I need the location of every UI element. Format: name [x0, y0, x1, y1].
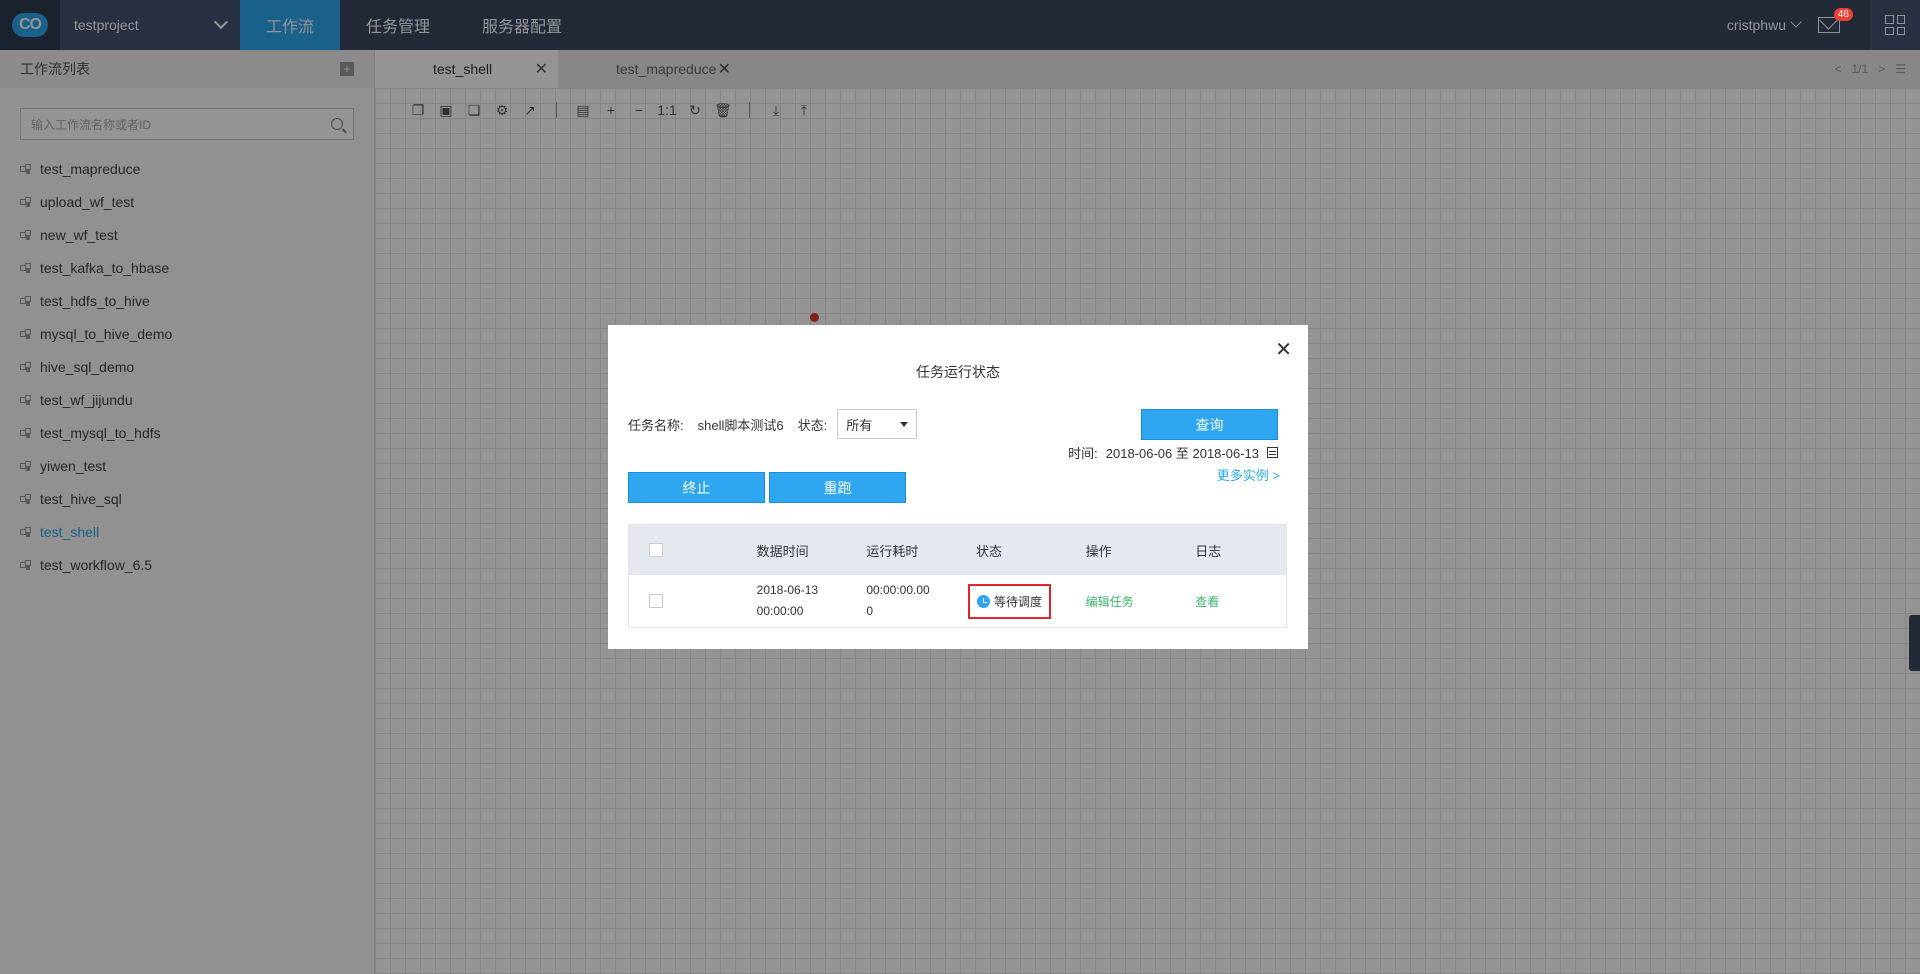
- more-instances-label: 更多实例: [1216, 468, 1269, 483]
- rerun-button[interactable]: 重跑: [769, 472, 906, 503]
- task-status-dialog: ✕ 任务运行状态 任务名称: shell脚本测试6 状态: 所有 查询 时间: …: [608, 325, 1308, 649]
- header-status: 状态: [975, 543, 1002, 559]
- close-icon[interactable]: ✕: [1275, 337, 1292, 362]
- status-select[interactable]: 所有: [837, 409, 918, 439]
- data-time-clock: 00:00:00: [756, 604, 804, 618]
- status-label: 状态:: [797, 417, 828, 433]
- notification-badge: 46: [1833, 8, 1853, 21]
- data-time-date: 2018-06-13: [756, 583, 819, 597]
- calendar-icon[interactable]: [1267, 447, 1278, 458]
- chevron-right-icon: >: [1272, 468, 1280, 483]
- select-all-checkbox[interactable]: [649, 543, 663, 557]
- clock-icon: [976, 594, 990, 608]
- duration-value-cont: 0: [866, 604, 873, 618]
- filter-row: 任务名称: shell脚本测试6 状态: 所有: [628, 409, 918, 439]
- header-data-time: 数据时间: [756, 543, 809, 559]
- stop-button[interactable]: 终止: [628, 472, 765, 503]
- duration-value: 00:00:00.00: [866, 583, 930, 597]
- time-label: 时间:: [1068, 446, 1098, 461]
- status-text: 等待调度: [993, 594, 1042, 609]
- task-name-label: 任务名称:: [628, 417, 684, 433]
- instance-table: 数据时间 运行耗时 状态 操作 日志 2018-06-13 00:00:00 0…: [628, 524, 1287, 628]
- status-badge: 等待调度: [967, 583, 1051, 619]
- query-button[interactable]: 查询: [1141, 409, 1278, 440]
- dialog-title: 任务运行状态: [916, 364, 1000, 380]
- status-select-value: 所有: [846, 417, 873, 433]
- task-name-value: shell脚本测试6: [697, 417, 784, 433]
- header-action: 操作: [1085, 543, 1112, 559]
- caret-down-icon: [900, 421, 909, 427]
- row-checkbox[interactable]: [649, 594, 663, 608]
- view-log-link[interactable]: 查看: [1195, 593, 1286, 610]
- table-header: 数据时间 运行耗时 状态 操作 日志: [629, 525, 1286, 575]
- table-row: 2018-06-13 00:00:00 00:00:00.00 0 等待调度 编…: [629, 575, 1286, 627]
- time-value: 2018-06-06 至 2018-06-13: [1105, 446, 1259, 461]
- time-range[interactable]: 时间: 2018-06-06 至 2018-06-13: [1068, 443, 1278, 462]
- edit-task-link[interactable]: 编辑任务: [1086, 593, 1196, 610]
- header-duration: 运行耗时: [866, 543, 919, 559]
- more-instances-link[interactable]: 更多实例 >: [1217, 465, 1280, 484]
- header-log: 日志: [1195, 543, 1222, 559]
